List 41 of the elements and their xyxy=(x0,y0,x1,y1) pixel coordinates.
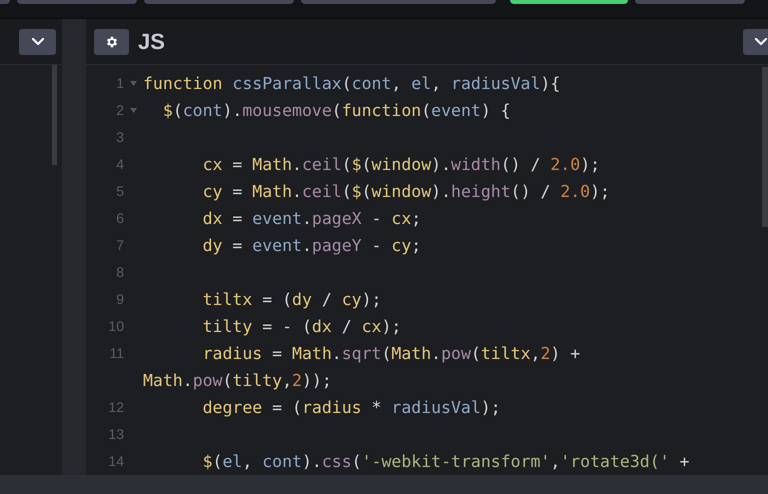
editor-title: JS xyxy=(138,28,165,56)
toolbar-button[interactable] xyxy=(635,0,745,4)
fold-arrow-icon[interactable] xyxy=(130,81,137,86)
collapse-button[interactable] xyxy=(19,28,56,54)
line-number: 9 xyxy=(116,290,124,309)
code-line: dy = event.pageY - cy; xyxy=(202,235,422,257)
line-number: 2 xyxy=(116,101,124,120)
code-line: Math.pow(tilty,2)); xyxy=(143,370,332,392)
chevron-down-icon xyxy=(754,37,768,46)
fold-arrow-icon[interactable] xyxy=(130,108,137,113)
line-number: 10 xyxy=(108,317,124,336)
toolbar-button[interactable] xyxy=(301,0,496,4)
code-line: function cssParallax(cont, el, radiusVal){ xyxy=(143,73,560,95)
code-line: cx = Math.ceil($(window).width() / 2.0); xyxy=(202,154,600,176)
scrollbar-thumb[interactable] xyxy=(52,65,57,165)
line-number: 4 xyxy=(116,155,124,174)
code-line: $(cont).mousemove(function(event) { xyxy=(162,100,511,122)
line-number: 12 xyxy=(108,398,124,417)
line-number: 14 xyxy=(108,452,124,471)
code-line: tiltx = (dy / cy); xyxy=(202,289,382,311)
scrollbar-thumb[interactable] xyxy=(762,67,768,227)
code-line: degree = (radius * radiusVal); xyxy=(202,397,501,419)
line-number: 13 xyxy=(108,425,124,444)
line-number: 7 xyxy=(116,236,124,255)
code-line: cy = Math.ceil($(window).height() / 2.0); xyxy=(202,181,610,203)
code-line: dx = event.pageX - cx; xyxy=(202,208,422,230)
toolbar-button[interactable] xyxy=(17,0,137,4)
toolbar-button[interactable] xyxy=(510,0,628,4)
code-line: $(el, cont).css('-webkit-transform','rotate3d(' + xyxy=(202,451,690,473)
code-line: radius = Math.sqrt(Math.pow(tiltx,2) + xyxy=(202,343,580,365)
line-number: 3 xyxy=(116,128,124,147)
code-line: tilty = - (dx / cx); xyxy=(202,316,402,338)
line-number: 5 xyxy=(116,182,124,201)
settings-icon xyxy=(104,34,118,48)
toolbar-button[interactable] xyxy=(144,0,294,4)
line-number: 6 xyxy=(116,209,124,228)
settings-button[interactable] xyxy=(94,28,129,54)
chevron-down-icon xyxy=(30,37,44,46)
line-number: 8 xyxy=(116,263,124,282)
line-number: 1 xyxy=(116,74,124,93)
line-number: 11 xyxy=(109,344,124,363)
